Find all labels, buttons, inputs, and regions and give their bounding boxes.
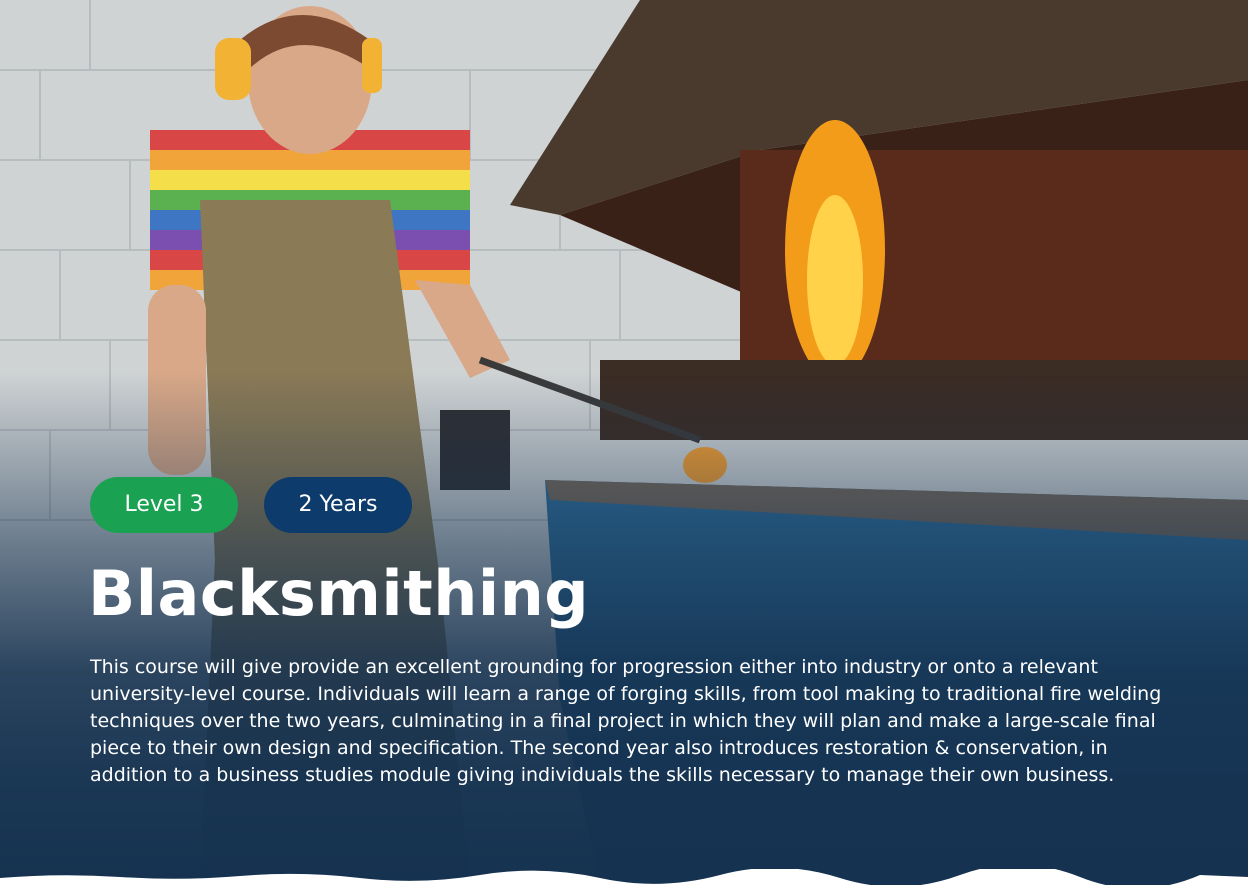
course-description: This course will give provide an excelle…	[90, 656, 1162, 786]
course-title: Blacksmithing	[88, 557, 590, 630]
level-badge: Level 3	[90, 477, 238, 533]
course-hero: Level 3 2 Years Blacksmithing This cours…	[0, 0, 1248, 885]
torn-paper-edge	[0, 869, 1248, 885]
duration-badge: 2 Years	[264, 477, 412, 533]
course-badges: Level 3 2 Years	[90, 477, 412, 533]
